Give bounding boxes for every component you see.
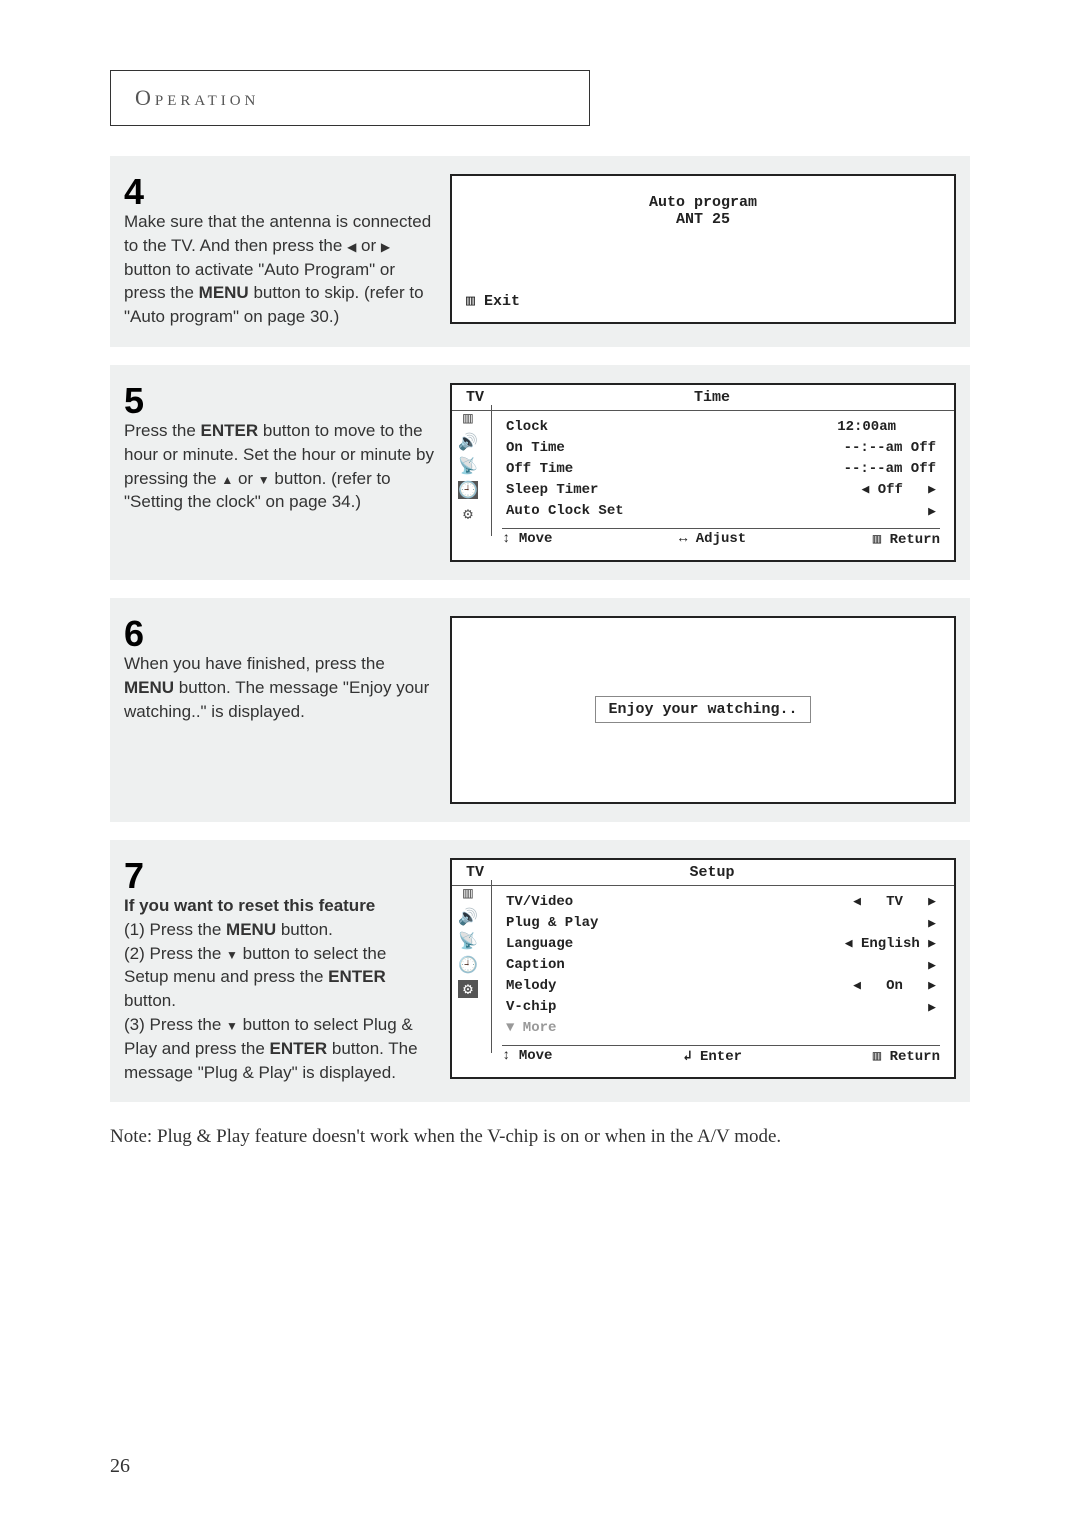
row-value: --:--am Off xyxy=(844,459,936,480)
osd-sidebar-icons: ▥ 🔊 📡 🕘 ⚙ xyxy=(452,405,492,536)
down-arrow-icon xyxy=(258,469,270,488)
row-value: English xyxy=(861,936,920,952)
menu-square-icon: ▥ xyxy=(873,1049,881,1065)
step-text: Press the ENTER button to move to the ho… xyxy=(124,419,434,514)
osd-message: Enjoy your watching.. xyxy=(595,696,810,723)
sound-icon: 🔊 xyxy=(458,433,478,451)
section-title: Operation xyxy=(135,85,565,111)
leftright-icon: ↔ xyxy=(679,531,687,547)
row-label: Melody xyxy=(506,976,556,997)
left-arrow-icon: ◀ xyxy=(853,894,861,909)
row-value: TV xyxy=(886,894,903,910)
step-number: 5 xyxy=(124,383,434,419)
step-number: 4 xyxy=(124,174,434,210)
row-label: Off Time xyxy=(506,459,573,480)
time-icon: 🕘 xyxy=(458,956,478,974)
osd-auto-program: Auto program ANT 25 ▥ Exit xyxy=(450,174,956,324)
osd-rows: TV/Video ◀ TV ▶ Plug & Play ▶ Language ◀ En… xyxy=(502,892,940,1039)
osd-setup-menu: TV Setup ▥ 🔊 📡 🕘 ⚙ TV/Video ◀ TV ▶ Plug &… xyxy=(450,858,956,1079)
right-arrow-icon: ▶ xyxy=(928,894,936,909)
channel-icon: 📡 xyxy=(458,457,478,475)
row-value: 12:00am xyxy=(837,417,936,438)
osd-title: Setup xyxy=(484,864,940,881)
step-subheading: If you want to reset this feature xyxy=(124,894,434,918)
section-header: Operation xyxy=(110,70,590,126)
time-icon: 🕘 xyxy=(458,481,478,499)
row-label: Language xyxy=(506,934,573,955)
row-label: Sleep Timer xyxy=(506,480,598,501)
left-arrow-icon: ◀ xyxy=(853,978,861,993)
channel-icon: 📡 xyxy=(458,932,478,950)
updown-icon: ↕ xyxy=(502,1048,510,1064)
step-number: 6 xyxy=(124,616,434,652)
picture-icon: ▥ xyxy=(458,409,478,427)
step-text: Make sure that the antenna is connected … xyxy=(124,210,434,329)
osd-ant-line: ANT 25 xyxy=(466,211,940,228)
step-4: 4 Make sure that the antenna is connecte… xyxy=(110,156,970,347)
osd-time-menu: TV Time ▥ 🔊 📡 🕘 ⚙ Clock 12:00am On Time --… xyxy=(450,383,956,562)
menu-square-icon: ▥ xyxy=(873,532,881,548)
step-7: 7 If you want to reset this feature (1) … xyxy=(110,840,970,1102)
osd-footer: ↕ Move ↔ Adjust ▥ Return xyxy=(502,528,940,548)
osd-title: Time xyxy=(484,389,940,406)
osd-tv-label: TV xyxy=(466,864,484,881)
up-arrow-icon xyxy=(221,469,233,488)
step-text: If you want to reset this feature (1) Pr… xyxy=(124,894,434,1084)
row-label: Auto Clock Set xyxy=(506,501,624,522)
osd-rows: Clock 12:00am On Time --:--am Off Off Time… xyxy=(502,417,940,522)
picture-icon: ▥ xyxy=(458,884,478,902)
right-arrow-icon: ▶ xyxy=(928,502,936,522)
row-value: Off xyxy=(878,482,903,498)
right-arrow-icon: ▶ xyxy=(928,998,936,1018)
right-arrow-icon: ▶ xyxy=(928,914,936,934)
left-arrow-icon: ◀ xyxy=(845,936,853,951)
step-text: When you have finished, press the MENU b… xyxy=(124,652,434,723)
row-value: --:--am Off xyxy=(844,438,936,459)
osd-tv-label: TV xyxy=(466,389,484,406)
osd-exit: Exit xyxy=(484,293,520,310)
right-arrow-icon: ▶ xyxy=(928,978,936,993)
step-5: 5 Press the ENTER button to move to the … xyxy=(110,365,970,580)
row-label-more: ▼ More xyxy=(506,1018,556,1039)
setup-icon: ⚙ xyxy=(458,505,478,523)
page-number: 26 xyxy=(110,1455,130,1478)
row-label: Caption xyxy=(506,955,565,976)
osd-title: Auto program xyxy=(466,194,940,211)
down-arrow-icon xyxy=(226,944,238,963)
row-label: TV/Video xyxy=(506,892,573,913)
menu-square-icon: ▥ xyxy=(466,293,475,310)
left-arrow-icon xyxy=(347,236,356,255)
row-label: On Time xyxy=(506,438,565,459)
step-number: 7 xyxy=(124,858,434,894)
right-arrow-icon: ▶ xyxy=(928,482,936,497)
left-arrow-icon: ◀ xyxy=(862,482,870,497)
right-arrow-icon xyxy=(381,236,390,255)
enter-icon: ↲ xyxy=(683,1049,691,1065)
updown-icon: ↕ xyxy=(502,531,510,547)
right-arrow-icon: ▶ xyxy=(928,956,936,976)
sound-icon: 🔊 xyxy=(458,908,478,926)
down-arrow-icon xyxy=(226,1015,238,1034)
setup-icon: ⚙ xyxy=(458,980,478,998)
row-label: Clock xyxy=(506,417,548,438)
osd-footer: ↕ Move ↲ Enter ▥ Return xyxy=(502,1045,940,1065)
step-6: 6 When you have finished, press the MENU… xyxy=(110,598,970,822)
row-label: Plug & Play xyxy=(506,913,598,934)
osd-enjoy: Enjoy your watching.. xyxy=(450,616,956,804)
row-label: V-chip xyxy=(506,997,556,1018)
osd-sidebar-icons: ▥ 🔊 📡 🕘 ⚙ xyxy=(452,880,492,1053)
row-value: On xyxy=(886,978,903,994)
footnote: Note: Plug & Play feature doesn't work w… xyxy=(110,1124,970,1151)
right-arrow-icon: ▶ xyxy=(928,936,936,951)
